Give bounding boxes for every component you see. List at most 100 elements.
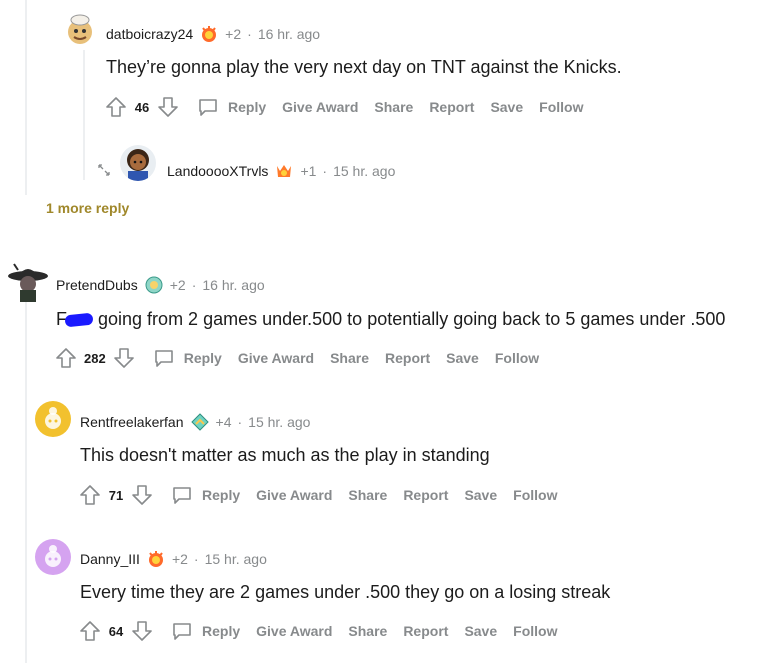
give-award-button[interactable]: Give Award: [256, 623, 332, 639]
redaction-scribble: [64, 312, 94, 328]
save-button[interactable]: Save: [464, 623, 497, 639]
upvote-arrow-icon[interactable]: [78, 619, 102, 643]
timestamp[interactable]: 16 hr. ago: [258, 26, 320, 42]
timestamp[interactable]: 16 hr. ago: [202, 277, 264, 293]
award-badge-icon: [202, 26, 217, 42]
award-count: +2: [169, 277, 186, 293]
share-button[interactable]: Share: [348, 623, 387, 639]
vote-controls: 64: [78, 619, 154, 643]
give-award-button[interactable]: Give Award: [256, 487, 332, 503]
give-award-label: Give Award: [237, 350, 315, 366]
share-button[interactable]: Share: [374, 99, 413, 115]
reply-button[interactable]: Reply: [152, 346, 222, 370]
author-name[interactable]: Danny_III: [80, 551, 140, 567]
report-button[interactable]: Report: [429, 99, 474, 115]
action-bar: 64 Reply Give Award Share Report Save Fo…: [78, 619, 557, 643]
downvote-arrow-icon[interactable]: [156, 95, 180, 119]
report-label: Report: [385, 350, 431, 366]
reply-button[interactable]: Reply: [170, 483, 240, 507]
author-name[interactable]: PretendDubs: [56, 277, 138, 293]
action-bar: 282 Reply Give Award Share Report Save F…: [54, 346, 539, 370]
vote-count: 46: [134, 99, 150, 115]
save-button[interactable]: Save: [446, 350, 479, 366]
save-label: Save: [464, 623, 498, 639]
upvote-arrow-icon[interactable]: [54, 346, 78, 370]
report-button[interactable]: Report: [403, 487, 448, 503]
downvote-arrow-icon[interactable]: [130, 483, 154, 507]
separator: ·: [322, 163, 328, 179]
comment-body: Every time they are 2 games under .500 t…: [80, 582, 611, 602]
save-button[interactable]: Save: [464, 487, 497, 503]
vote-count: 71: [108, 487, 124, 503]
comment-meta: datboicrazy24 +2 · 16 hr. ago: [106, 24, 320, 44]
author-name[interactable]: Rentfreelakerfan: [80, 414, 184, 430]
vote-controls: 46: [104, 95, 180, 119]
thread-line[interactable]: [83, 50, 85, 180]
follow-label: Follow: [539, 99, 584, 115]
give-award-label: Give Award: [256, 623, 333, 639]
comment-body: F going from 2 games under.500 to potent…: [56, 309, 725, 330]
avatar[interactable]: [120, 145, 156, 181]
share-label: Share: [374, 99, 414, 115]
share-button[interactable]: Share: [348, 487, 387, 503]
speech-bubble-icon: [173, 487, 191, 504]
upvote-arrow-icon[interactable]: [78, 483, 102, 507]
comment-body: This doesn't matter as much as the play …: [80, 445, 490, 465]
follow-button[interactable]: Follow: [513, 487, 557, 503]
follow-button[interactable]: Follow: [513, 623, 557, 639]
follow-label: Follow: [494, 350, 540, 366]
give-award-label: Give Award: [282, 99, 359, 115]
reply-label: Reply: [183, 350, 222, 366]
comment-body: They’re gonna play the very next day on …: [106, 57, 622, 77]
give-award-button[interactable]: Give Award: [238, 350, 314, 366]
comment-meta: Rentfreelakerfan +4 · 15 hr. ago: [80, 412, 310, 432]
timestamp[interactable]: 15 hr. ago: [205, 551, 267, 567]
speech-bubble-icon: [199, 99, 217, 116]
thread-line[interactable]: [25, 0, 27, 195]
avatar[interactable]: [62, 10, 98, 46]
expand-arrows-icon[interactable]: [96, 162, 112, 178]
downvote-arrow-icon[interactable]: [112, 346, 136, 370]
follow-button[interactable]: Follow: [495, 350, 539, 366]
avatar[interactable]: [35, 401, 71, 437]
comment-meta: LandooooXTrvls +1 · 15 hr. ago: [167, 161, 395, 181]
report-label: Report: [403, 623, 449, 639]
timestamp[interactable]: 15 hr. ago: [248, 414, 310, 430]
reply-button[interactable]: Reply: [170, 619, 240, 643]
award-badge-icon: [190, 413, 209, 431]
author-name[interactable]: datboicrazy24: [106, 26, 193, 42]
follow-label: Follow: [513, 487, 558, 503]
avatar[interactable]: [35, 539, 71, 575]
speech-bubble-icon: [154, 350, 173, 367]
vote-count: 282: [84, 350, 106, 366]
follow-button[interactable]: Follow: [539, 99, 583, 115]
report-button[interactable]: Report: [385, 350, 430, 366]
give-award-label: Give Award: [256, 487, 333, 503]
award-count: +2: [225, 26, 242, 42]
author-name[interactable]: LandooooXTrvls: [167, 163, 268, 179]
vote-count: 64: [108, 623, 124, 639]
separator: ·: [193, 551, 199, 567]
share-button[interactable]: Share: [330, 350, 369, 366]
timestamp[interactable]: 15 hr. ago: [333, 163, 395, 179]
downvote-arrow-icon[interactable]: [130, 619, 154, 643]
award-count: +4: [215, 414, 232, 430]
reply-label: Reply: [202, 623, 241, 639]
save-button[interactable]: Save: [490, 99, 523, 115]
separator: ·: [247, 26, 252, 42]
upvote-arrow-icon[interactable]: [104, 95, 128, 119]
share-label: Share: [330, 350, 370, 366]
award-count: +2: [171, 551, 188, 567]
give-award-button[interactable]: Give Award: [282, 99, 358, 115]
award-badge-icon: [145, 276, 163, 294]
body-text: going from 2 games under.500 to potentia…: [98, 309, 726, 329]
share-label: Share: [348, 487, 388, 503]
separator: ·: [237, 414, 243, 430]
reply-button[interactable]: Reply: [196, 95, 266, 119]
more-replies-link[interactable]: 1 more reply: [46, 200, 129, 216]
reply-label: Reply: [228, 99, 267, 115]
report-button[interactable]: Report: [403, 623, 448, 639]
reply-label: Reply: [202, 487, 241, 503]
avatar[interactable]: [6, 262, 50, 302]
thread-line[interactable]: [25, 300, 27, 663]
